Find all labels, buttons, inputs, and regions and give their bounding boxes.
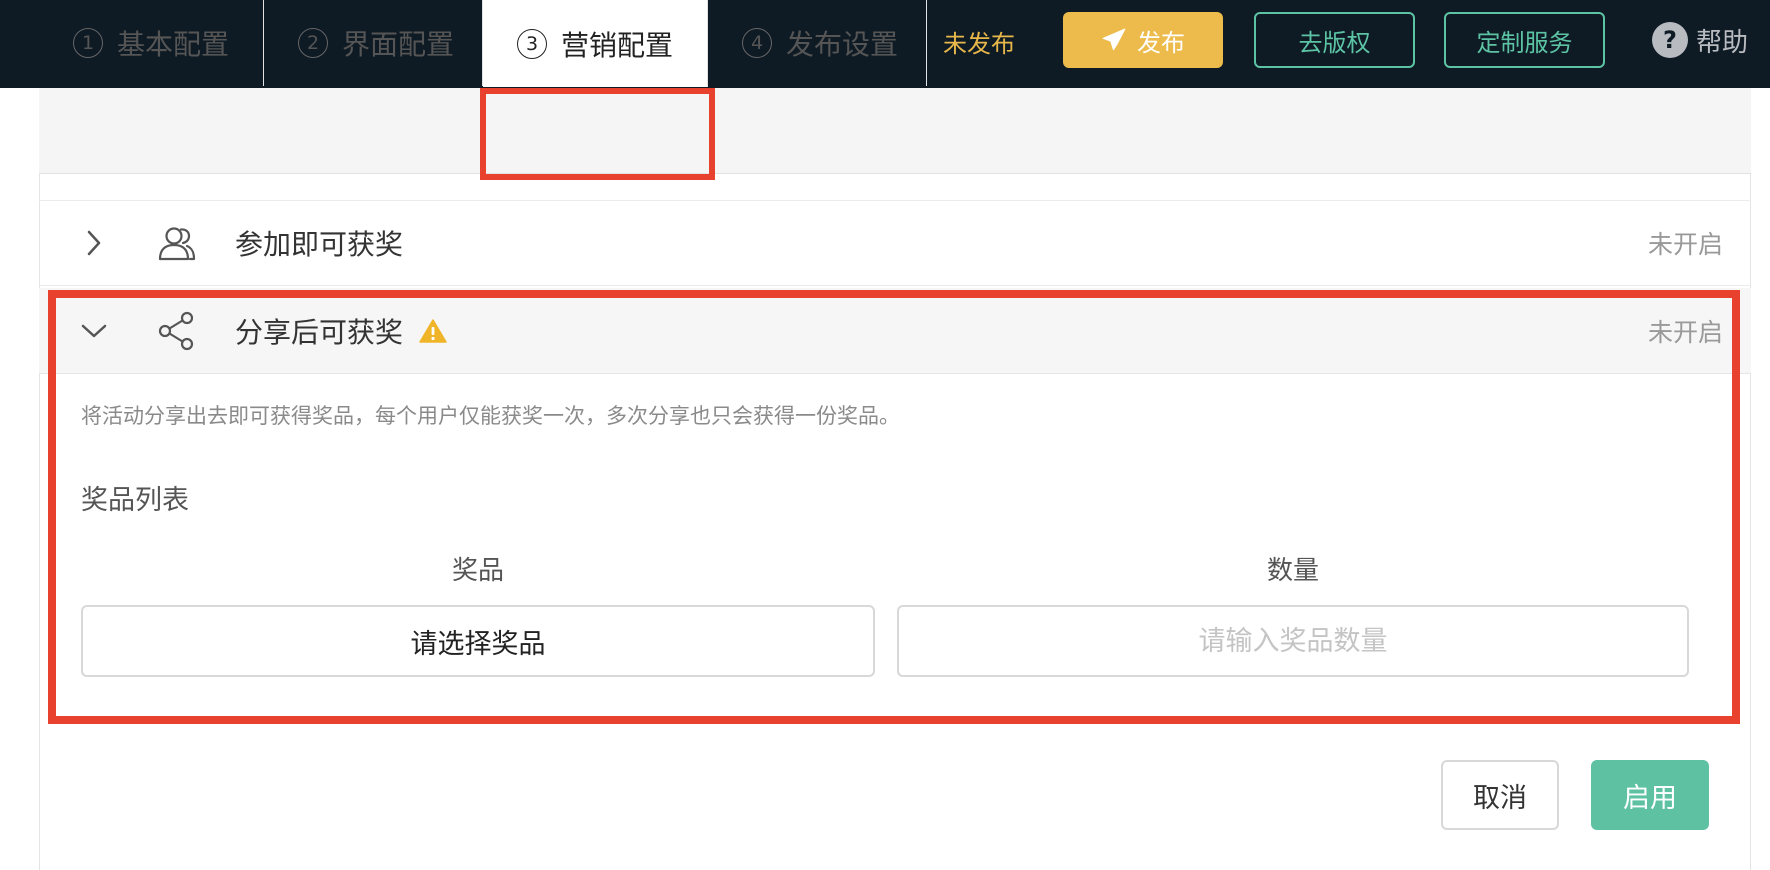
users-icon	[158, 227, 196, 261]
tab-label: 发布设置	[786, 28, 899, 61]
help-link[interactable]: ? 帮助	[1652, 18, 1748, 62]
publish-button[interactable]: 发布	[1063, 12, 1223, 68]
tab-label: 基本配置	[117, 28, 230, 61]
quantity-column-label: 数量	[1266, 556, 1319, 586]
row-status: 未开启	[1647, 230, 1723, 259]
paper-plane-icon	[1102, 28, 1126, 51]
row-status: 未开启	[1647, 317, 1723, 347]
remove-copyright-label: 去版权	[1298, 28, 1371, 57]
chevron-right-icon[interactable]	[79, 228, 109, 258]
publish-button-label: 发布	[1137, 28, 1185, 57]
step-number-3: 3	[517, 28, 547, 59]
prize-list-heading: 奖品列表	[81, 485, 189, 516]
warning-icon	[419, 318, 447, 343]
row-title-text: 参加即可获奖	[235, 228, 404, 261]
tab-label: 营销配置	[561, 28, 674, 62]
prize-quantity-input[interactable]	[897, 605, 1689, 677]
remove-copyright-button[interactable]: 去版权	[1254, 12, 1415, 68]
collapse-row-join-reward[interactable]: 参加即可获奖 未开启	[39, 200, 1751, 286]
cancel-button[interactable]: 取消	[1441, 760, 1559, 830]
collapse-row-share-reward[interactable]: 分享后可获奖 未开启	[39, 288, 1751, 374]
step-number-4: 4	[742, 28, 772, 58]
publish-status-text: 未发布	[943, 30, 1015, 58]
row-title-text: 分享后可获奖	[235, 315, 404, 349]
question-circle-icon: ?	[1652, 22, 1688, 58]
tab-label: 界面配置	[342, 28, 455, 61]
custom-service-button[interactable]: 定制服务	[1444, 12, 1605, 68]
tab-bar	[39, 88, 1751, 174]
panel-description: 将活动分享出去即可获得奖品，每个用户仅能获奖一次，多次分享也只会获得一份奖品。	[81, 404, 900, 428]
row-title: 参加即可获奖	[235, 223, 403, 263]
tab-publish-settings[interactable]: 4 发布设置	[708, 0, 927, 86]
select-prize-button[interactable]: 请选择奖品	[81, 605, 875, 677]
enable-button[interactable]: 启用	[1591, 760, 1709, 830]
custom-service-label: 定制服务	[1476, 28, 1573, 57]
share-icon	[158, 311, 194, 350]
chevron-down-icon[interactable]	[79, 316, 109, 346]
row-title: 分享后可获奖	[235, 311, 447, 351]
tab-ui-config[interactable]: 2 界面配置	[264, 0, 483, 86]
tab-marketing-config[interactable]: 3 营销配置	[483, 0, 708, 87]
step-number-1: 1	[73, 28, 103, 58]
step-number-2: 2	[298, 28, 328, 58]
help-label: 帮助	[1696, 27, 1749, 58]
tab-basic-config[interactable]: 1 基本配置	[39, 0, 264, 86]
prize-column-label: 奖品	[451, 556, 504, 586]
